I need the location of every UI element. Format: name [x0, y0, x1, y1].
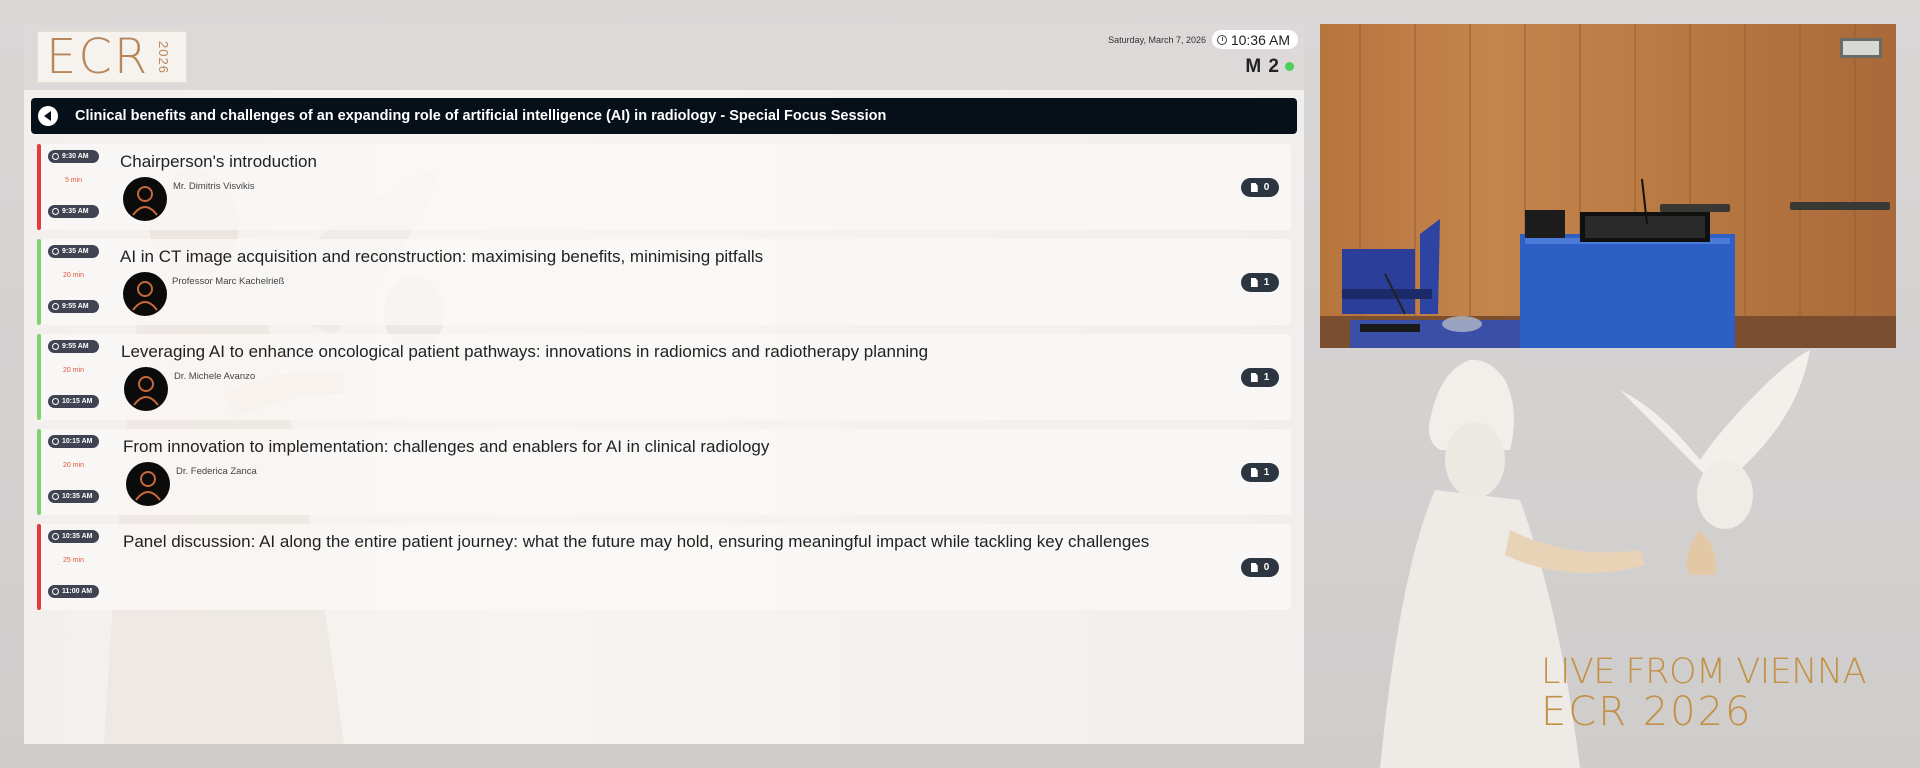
person-icon	[135, 471, 161, 501]
clock-icon	[52, 438, 59, 445]
end-time-badge: 9:55 AM	[48, 300, 99, 313]
duration-label: 25 min	[62, 557, 84, 564]
speaker-name: Dr. Michele Avanzo	[174, 371, 256, 382]
start-time-badge: 9:35 AM	[48, 245, 99, 258]
clock-icon	[1216, 34, 1227, 45]
talk-title: Chairperson's introduction	[120, 152, 317, 171]
documents-button[interactable]: 0	[1241, 558, 1279, 577]
avatar	[123, 272, 167, 316]
start-time-badge: 10:15 AM	[48, 435, 99, 448]
clock-icon	[52, 248, 59, 255]
avatar	[126, 462, 170, 506]
live-from-vienna-text: LIVE FROM VIENNA	[1541, 652, 1867, 692]
end-time-badge: 10:35 AM	[48, 490, 99, 503]
documents-button[interactable]: 1	[1241, 463, 1279, 482]
document-icon	[1250, 563, 1258, 572]
talk-title: Leveraging AI to enhance oncological pat…	[121, 342, 929, 361]
talk-title: Panel discussion: AI along the entire pa…	[123, 532, 1150, 551]
clock-icon	[52, 588, 59, 595]
time-label: 10:36 AM	[1230, 31, 1290, 48]
room-label: M 2	[1245, 56, 1280, 77]
document-icon	[1250, 183, 1258, 192]
document-icon	[1250, 373, 1258, 382]
clock-icon	[52, 533, 59, 540]
avatar	[123, 177, 167, 221]
clock-icon	[52, 398, 59, 405]
speaker-name: Mr. Dimitris Visvikis	[173, 181, 255, 192]
live-video-feed[interactable]	[1320, 24, 1896, 348]
session-title-bar: Clinical benefits and challenges of an e…	[31, 98, 1297, 134]
talk-title: AI in CT image acquisition and reconstru…	[120, 247, 764, 266]
clock-icon	[52, 208, 59, 215]
status-accent	[37, 239, 41, 325]
video-frame	[1320, 24, 1896, 348]
end-time-badge: 11:00 AM	[48, 585, 99, 598]
duration-label: 20 min	[62, 272, 84, 279]
status-accent	[37, 524, 41, 610]
clock-icon	[52, 343, 59, 350]
documents-button[interactable]: 1	[1241, 368, 1279, 387]
header-bar: ECR 2026 Saturday, March 7, 2026 10:36 A…	[24, 24, 1304, 90]
start-time-badge: 10:35 AM	[48, 530, 99, 543]
documents-button[interactable]: 1	[1241, 273, 1279, 292]
person-icon	[133, 376, 159, 406]
document-icon	[1250, 278, 1258, 287]
duration-label: 20 min	[62, 367, 84, 374]
event-name-text: ECR 2026	[1541, 689, 1753, 735]
avatar	[124, 367, 168, 411]
talk-item[interactable]: 9:35 AM 20 min 9:55 AM AI in CT image ac…	[37, 239, 1291, 325]
person-icon	[132, 281, 158, 311]
status-accent	[37, 334, 41, 420]
talk-item[interactable]: 9:30 AM 5 min 9:35 AM Chairperson's intr…	[37, 144, 1291, 230]
session-title: Clinical benefits and challenges of an e…	[75, 108, 887, 124]
agenda-panel: ECR 2026 Saturday, March 7, 2026 10:36 A…	[24, 24, 1304, 744]
end-time-badge: 9:35 AM	[48, 205, 99, 218]
back-arrow-icon[interactable]	[38, 106, 58, 126]
document-icon	[1250, 468, 1258, 477]
speaker-name: Professor Marc Kachelrieß	[172, 276, 285, 287]
duration-label: 20 min	[62, 462, 84, 469]
clock-icon	[52, 153, 59, 160]
talk-item[interactable]: 10:35 AM 25 min 11:00 AM Panel discussio…	[37, 524, 1291, 610]
start-time-badge: 9:30 AM	[48, 150, 99, 163]
clock-icon	[52, 493, 59, 500]
talk-item[interactable]: 10:15 AM 20 min 10:35 AM From innovation…	[37, 429, 1291, 515]
person-icon	[132, 186, 158, 216]
speaker-name: Dr. Federica Zanca	[176, 466, 257, 477]
talk-item[interactable]: 9:55 AM 20 min 10:15 AM Leveraging AI to…	[37, 334, 1291, 420]
time-display: 10:36 AM	[1211, 30, 1298, 49]
talk-title: From innovation to implementation: chall…	[123, 437, 770, 456]
end-time-badge: 10:15 AM	[48, 395, 99, 408]
start-time-badge: 9:55 AM	[48, 340, 99, 353]
clock-icon	[52, 303, 59, 310]
status-accent	[37, 144, 41, 230]
date-label: Saturday, March 7, 2026	[1108, 35, 1206, 45]
ecr-logo: ECR 2026	[37, 31, 187, 83]
duration-label: 5 min	[64, 177, 83, 184]
status-accent	[37, 429, 41, 515]
documents-button[interactable]: 0	[1241, 178, 1279, 197]
live-status-dot	[1285, 62, 1294, 71]
